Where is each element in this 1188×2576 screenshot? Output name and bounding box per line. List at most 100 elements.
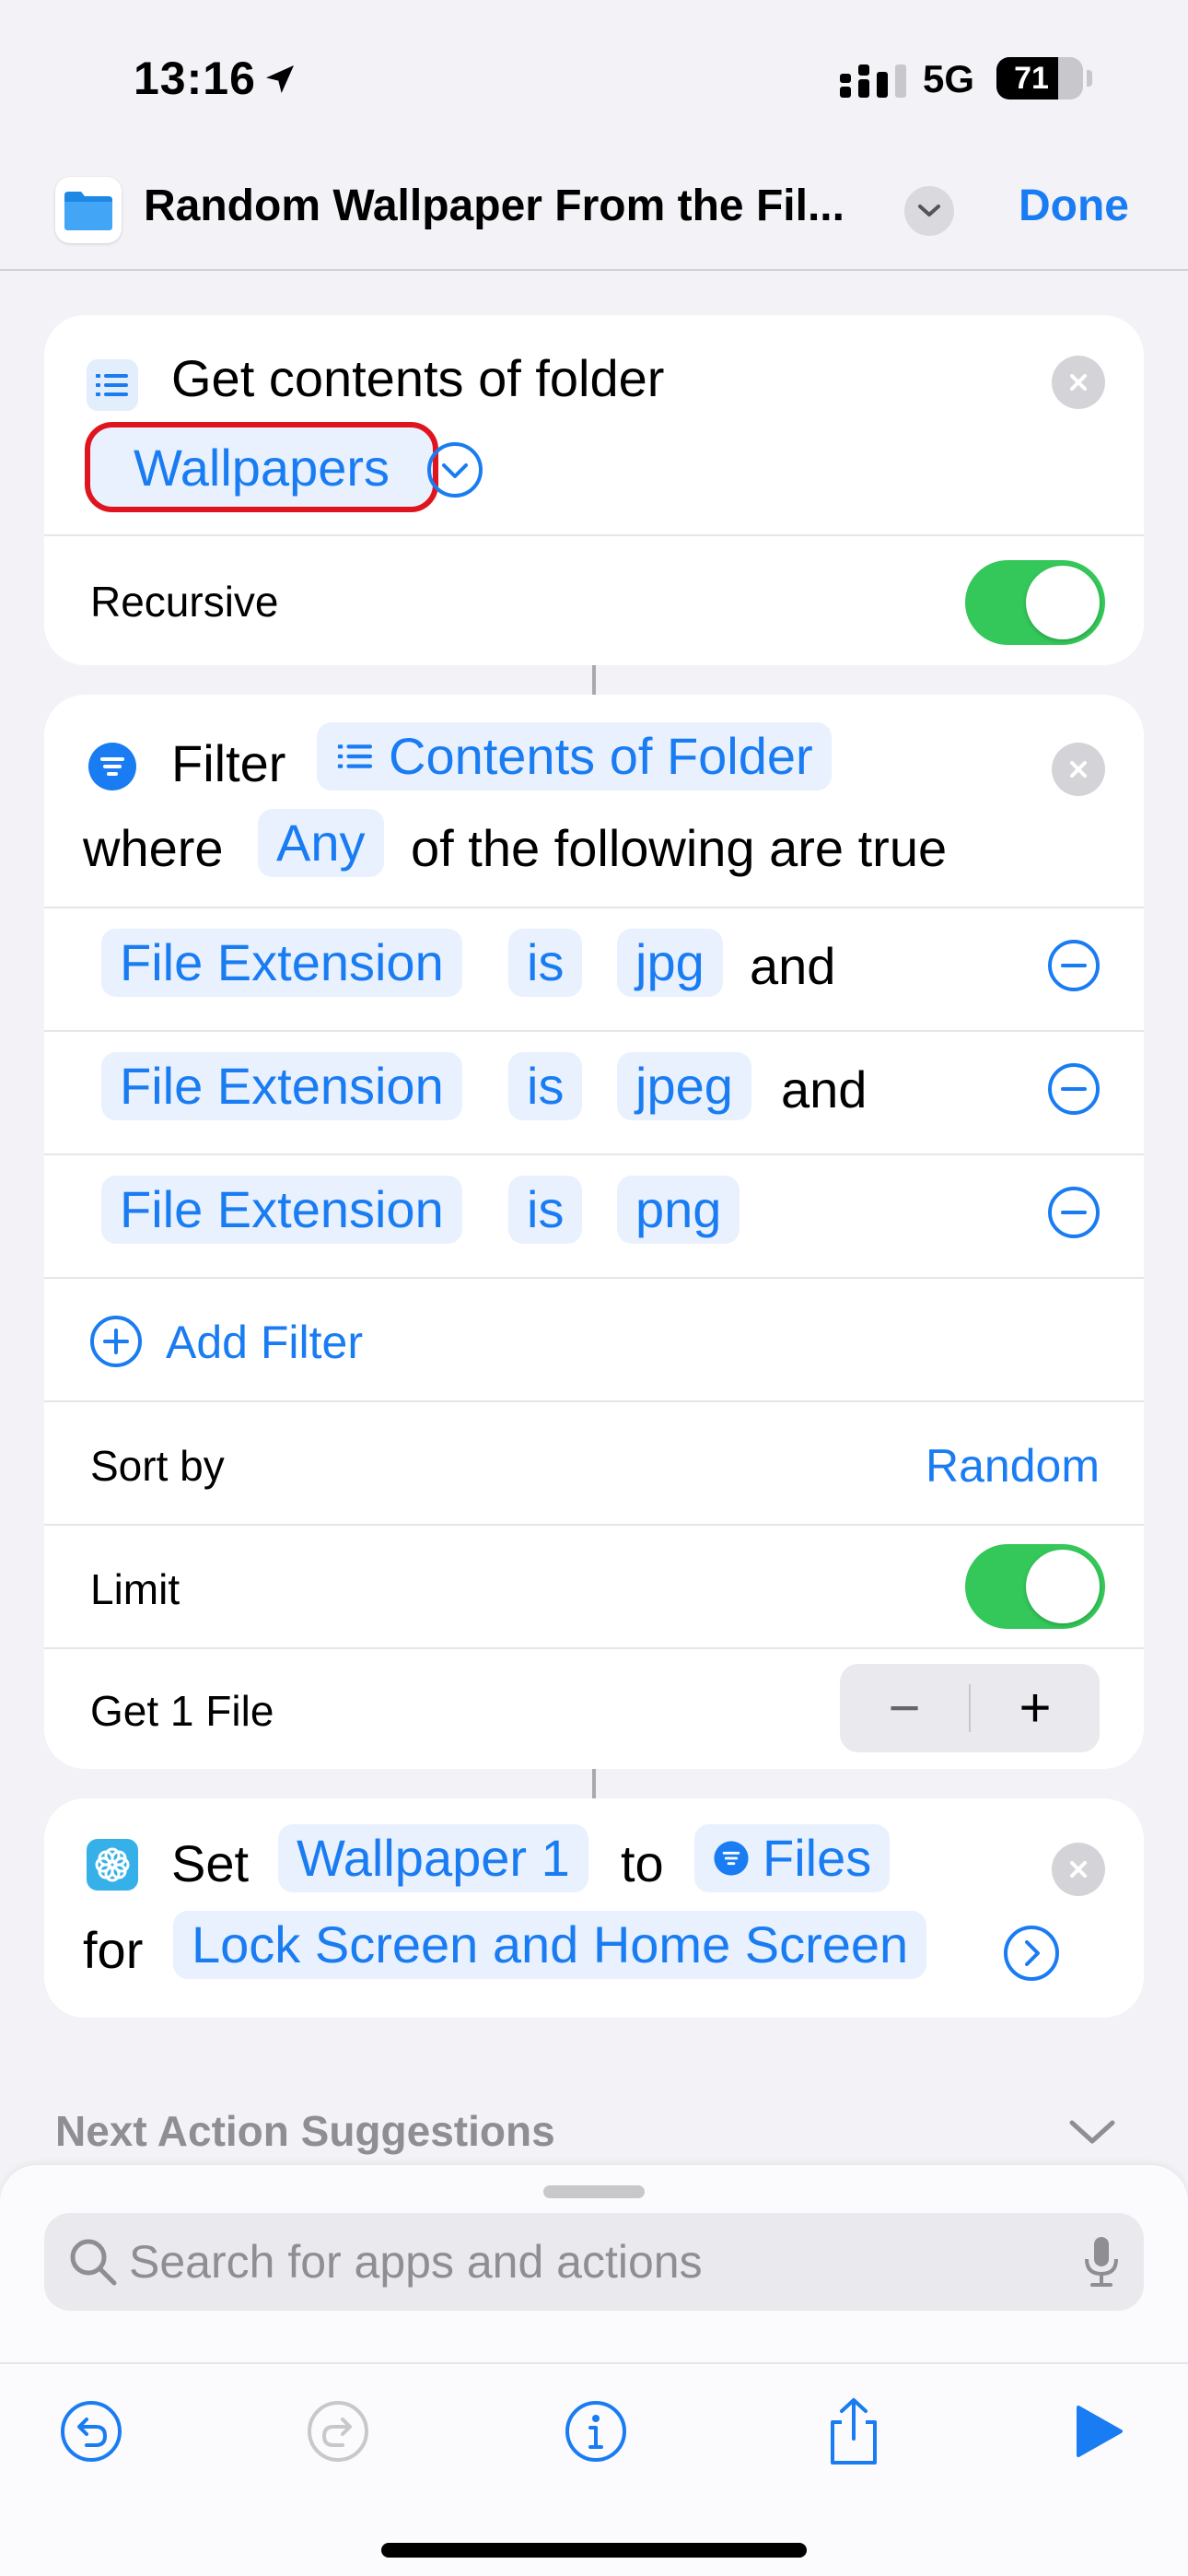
condition-operator[interactable]: is: [508, 1052, 583, 1120]
remove-action-button[interactable]: [1052, 743, 1105, 796]
file-count-row: Get 1 File − +: [44, 1647, 1144, 1769]
folder-icon: [64, 192, 112, 230]
plus-circle-icon: [90, 1316, 142, 1367]
chevron-down-icon: [918, 205, 940, 217]
status-bar: 13:16 5G 71: [0, 0, 1188, 157]
chevron-down-icon[interactable]: [1068, 2117, 1116, 2147]
chevron-right-circle-icon[interactable]: [1002, 1924, 1061, 1983]
filter-input-label: Contents of Folder: [389, 727, 813, 785]
following-label: of the following are true: [411, 819, 948, 877]
run-shortcut-button[interactable]: [1055, 2390, 1138, 2473]
filter-condition-row: File Extension is png: [44, 1153, 1144, 1277]
remove-condition-icon[interactable]: [1046, 938, 1101, 993]
condition-field[interactable]: File Extension: [101, 1176, 462, 1244]
microphone-icon[interactable]: [1083, 2235, 1120, 2289]
search-icon: [70, 2239, 117, 2286]
condition-value[interactable]: png: [617, 1176, 740, 1244]
condition-value[interactable]: jpeg: [617, 1052, 751, 1120]
close-icon: [1070, 374, 1087, 391]
action-connector: [592, 1769, 596, 1798]
battery-nub: [1087, 70, 1092, 87]
recursive-toggle[interactable]: [965, 560, 1105, 645]
limit-toggle[interactable]: [965, 1544, 1105, 1629]
sort-by-label: Sort by: [90, 1442, 225, 1490]
condition-field[interactable]: File Extension: [101, 929, 462, 997]
remove-condition-icon[interactable]: [1046, 1061, 1101, 1117]
filter-icon: [714, 1841, 749, 1876]
remove-action-button[interactable]: [1052, 1843, 1105, 1896]
folder-name: Wallpapers: [133, 438, 390, 497]
next-action-suggestions-heading: Next Action Suggestions: [55, 2107, 555, 2155]
info-button[interactable]: [554, 2390, 637, 2473]
recursive-label: Recursive: [90, 578, 279, 626]
filter-title: Filter: [171, 734, 286, 792]
wallpaper-selector[interactable]: Wallpaper 1: [278, 1824, 588, 1892]
decrement-button[interactable]: −: [840, 1664, 969, 1752]
toolbar-separator: [0, 2362, 1188, 2364]
share-button[interactable]: [812, 2390, 895, 2473]
increment-button[interactable]: +: [971, 1664, 1100, 1752]
editor-header: Random Wallpaper From the Fil... Done: [0, 157, 1188, 271]
wallpaper-flower-icon: [87, 1839, 138, 1891]
to-label: to: [621, 1834, 664, 1892]
condition-join: and: [781, 1060, 868, 1118]
add-filter-button[interactable]: Add Filter: [44, 1277, 1144, 1400]
get-folder-contents-action: Get contents of folder Wallpapers Recurs…: [44, 315, 1144, 665]
share-icon: [831, 2398, 877, 2465]
condition-operator[interactable]: is: [508, 1176, 583, 1244]
wallpaper-target-selector[interactable]: Lock Screen and Home Screen: [173, 1911, 927, 1979]
remove-action-button[interactable]: [1052, 356, 1105, 409]
done-button[interactable]: Done: [1019, 181, 1129, 231]
filter-input-variable[interactable]: Contents of Folder: [317, 722, 832, 790]
condition-field[interactable]: File Extension: [101, 1052, 462, 1120]
sheet-grabber[interactable]: [543, 2185, 645, 2198]
sort-by-value[interactable]: Random: [926, 1439, 1100, 1493]
action-title: Get contents of folder: [171, 349, 665, 407]
filter-icon: [87, 741, 138, 792]
close-icon: [1070, 761, 1087, 778]
filter-condition-row: File Extension is jpeg and: [44, 1030, 1144, 1153]
cellular-signal-icon: [840, 64, 906, 98]
set-wallpaper-action: Set Wallpaper 1 to Files for Lock Screen…: [44, 1798, 1144, 2018]
condition-value[interactable]: jpg: [617, 929, 723, 997]
redo-icon: [308, 2401, 368, 2462]
close-icon: [1070, 1861, 1087, 1878]
remove-condition-icon[interactable]: [1046, 1185, 1101, 1240]
recursive-row: Recursive: [44, 534, 1144, 665]
home-indicator: [381, 2543, 807, 2558]
add-filter-label: Add Filter: [166, 1317, 363, 1368]
condition-operator[interactable]: is: [508, 929, 583, 997]
filter-files-action: Filter Contents of Folder where Any of t…: [44, 695, 1144, 1769]
list-icon: [87, 359, 138, 411]
battery-percent: 71: [1014, 61, 1049, 96]
action-connector: [592, 665, 596, 695]
actions-sheet: [0, 2165, 1188, 2576]
for-label: for: [83, 1921, 144, 1979]
set-label: Set: [171, 1834, 250, 1892]
files-variable[interactable]: Files: [694, 1824, 891, 1892]
network-type: 5G: [923, 57, 975, 100]
expand-options-icon[interactable]: [425, 440, 484, 499]
shortcut-icon[interactable]: [55, 177, 122, 243]
search-input[interactable]: [129, 2213, 1050, 2311]
filter-condition-row: File Extension is jpg and: [44, 907, 1144, 1030]
list-icon: [337, 744, 373, 768]
file-count-stepper: − +: [840, 1664, 1100, 1752]
shortcut-title[interactable]: Random Wallpaper From the Fil...: [144, 181, 844, 231]
title-menu-button[interactable]: [904, 186, 954, 236]
info-icon: [565, 2401, 626, 2462]
location-arrow-icon: [265, 65, 294, 93]
clock: 13:16: [134, 52, 298, 105]
condition-join: and: [750, 937, 836, 995]
match-mode-selector[interactable]: Any: [258, 809, 384, 877]
redo-button[interactable]: [297, 2390, 379, 2473]
file-count-label: Get 1 File: [90, 1687, 274, 1735]
limit-label: Limit: [90, 1565, 181, 1613]
undo-icon: [61, 2401, 122, 2462]
sort-by-row[interactable]: Sort by Random: [44, 1400, 1144, 1524]
battery-icon: 71: [996, 57, 1083, 100]
undo-button[interactable]: [50, 2390, 133, 2473]
limit-row: Limit: [44, 1524, 1144, 1647]
search-bar: [44, 2213, 1144, 2311]
folder-parameter[interactable]: Wallpapers: [85, 422, 438, 512]
